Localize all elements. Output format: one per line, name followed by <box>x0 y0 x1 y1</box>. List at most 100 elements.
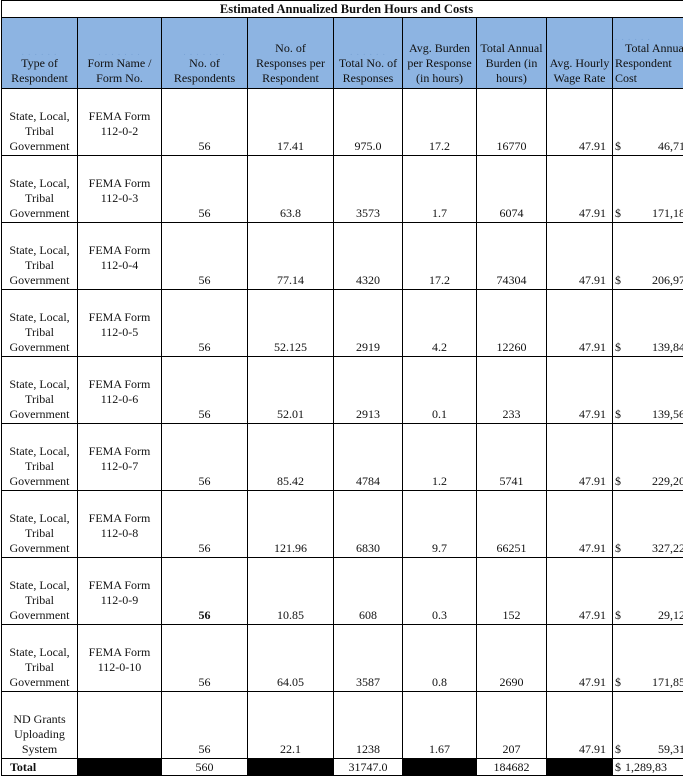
total-responses-cell: 3573 <box>334 156 403 223</box>
total-responses-cell: 975.0 <box>334 89 403 156</box>
total-cost-cell: $29,12 <box>613 558 683 625</box>
respondents-cell: 56 <box>162 156 248 223</box>
form-cell: FEMA Form 112-0-2 <box>78 89 162 156</box>
type-cell: State, Local, Tribal Government <box>2 625 78 692</box>
total-burden-cell: 66251 <box>477 491 547 558</box>
total-cost-cell: $171,85 <box>613 625 683 692</box>
currency-symbol: $ <box>615 407 633 422</box>
total-responses-cell: 3587 <box>334 625 403 692</box>
respondents-cell: 56 <box>162 625 248 692</box>
table-row: State, Local, Tribal GovernmentFEMA Form… <box>2 89 683 156</box>
header-form: . . . . . . .Form Name / Form No. <box>78 18 162 89</box>
cost-value: 1,289,83 <box>625 760 667 774</box>
form-cell: FEMA Form 112-0-5 <box>78 290 162 357</box>
total-cost-cell: $139,84 <box>613 290 683 357</box>
avg-burden-cell: 1.67 <box>403 692 477 759</box>
cost-value: 46,71 <box>633 139 683 154</box>
total-responses-cell: 2919 <box>334 290 403 357</box>
table-row: State, Local, Tribal GovernmentFEMA Form… <box>2 290 683 357</box>
total-cost-cell: $206,97 <box>613 223 683 290</box>
responses-per-cell: 52.01 <box>248 357 334 424</box>
wage-cell: 47.91 <box>547 156 613 223</box>
cost-value: 171,18 <box>633 206 683 221</box>
redacted-cell <box>403 759 477 776</box>
currency-symbol: $ <box>615 206 633 221</box>
header-wage: Avg. Hourly Wage Rate <box>547 18 613 89</box>
redacted-cell <box>547 759 613 776</box>
type-cell: State, Local, Tribal Government <box>2 156 78 223</box>
total-burden-cell: 16770 <box>477 89 547 156</box>
total-burden-sum: 184682 <box>477 759 547 776</box>
total-burden-cell: 152 <box>477 558 547 625</box>
total-responses-cell: 4320 <box>334 223 403 290</box>
avg-burden-cell: 0.1 <box>403 357 477 424</box>
form-cell <box>78 692 162 759</box>
table-row: State, Local, Tribal GovernmentFEMA Form… <box>2 491 683 558</box>
form-cell: FEMA Form 112-0-8 <box>78 491 162 558</box>
currency-symbol: $ <box>615 273 633 288</box>
cost-value: 139,84 <box>633 340 683 355</box>
table-row: State, Local, Tribal GovernmentFEMA Form… <box>2 223 683 290</box>
currency-symbol: $ <box>615 608 633 623</box>
avg-burden-cell: 1.2 <box>403 424 477 491</box>
wage-cell: 47.91 <box>547 89 613 156</box>
wage-cell: 47.91 <box>547 692 613 759</box>
currency-symbol: $ <box>615 675 633 690</box>
type-cell: State, Local, Tribal Government <box>2 290 78 357</box>
total-burden-cell: 5741 <box>477 424 547 491</box>
type-cell: State, Local, Tribal Government <box>2 223 78 290</box>
avg-burden-cell: 17.2 <box>403 223 477 290</box>
wage-cell: 47.91 <box>547 357 613 424</box>
table-title: Estimated Annualized Burden Hours and Co… <box>2 1 683 18</box>
total-responses-cell: 2913 <box>334 357 403 424</box>
responses-per-cell: 85.42 <box>248 424 334 491</box>
avg-burden-cell: 0.3 <box>403 558 477 625</box>
total-responses-sum: 31747.0 <box>334 759 403 776</box>
form-cell: FEMA Form 112-0-6 <box>78 357 162 424</box>
responses-per-cell: 10.85 <box>248 558 334 625</box>
currency-symbol: $ <box>615 139 633 154</box>
currency-symbol: $ <box>615 340 633 355</box>
responses-per-cell: 52.125 <box>248 290 334 357</box>
total-cost-cell: $59,31 <box>613 692 683 759</box>
form-cell: FEMA Form 112-0-4 <box>78 223 162 290</box>
table-row: State, Local, Tribal GovernmentFEMA Form… <box>2 424 683 491</box>
header-total-burden: Total Annual Burden (in hours) <box>477 18 547 89</box>
total-burden-cell: 12260 <box>477 290 547 357</box>
respondents-cell: 56 <box>162 692 248 759</box>
responses-per-cell: 121.96 <box>248 491 334 558</box>
table-row: ND Grants Uploading System5622.112381.67… <box>2 692 683 759</box>
header-responses-per: No. of Responses per Respondent <box>248 18 334 89</box>
total-cost-cell: $46,71 <box>613 89 683 156</box>
header-total-cost: . . . . . .Total Annual Respondent Cost <box>613 18 683 89</box>
cost-value: 171,85 <box>633 675 683 690</box>
wage-cell: 47.91 <box>547 223 613 290</box>
table-row: State, Local, Tribal GovernmentFEMA Form… <box>2 625 683 692</box>
total-responses-cell: 1238 <box>334 692 403 759</box>
header-total-responses: . . . . . .Total No. of Responses <box>334 18 403 89</box>
avg-burden-cell: 17.2 <box>403 89 477 156</box>
currency-symbol: $ <box>615 760 625 775</box>
type-cell: ND Grants Uploading System <box>2 692 78 759</box>
header-avg-burden: Avg. Burden per Response (in hours) <box>403 18 477 89</box>
responses-per-cell: 17.41 <box>248 89 334 156</box>
cost-value: 139,56 <box>633 407 683 422</box>
total-burden-cell: 233 <box>477 357 547 424</box>
respondents-cell: 56 <box>162 558 248 625</box>
currency-symbol: $ <box>615 541 633 556</box>
total-row: Total56031747.0184682$1,289,83 <box>2 759 683 776</box>
cost-value: 59,31 <box>633 742 683 757</box>
type-cell: State, Local, Tribal Government <box>2 89 78 156</box>
cost-value: 29,12 <box>633 608 683 623</box>
avg-burden-cell: 4.2 <box>403 290 477 357</box>
cost-value: 206,97 <box>633 273 683 288</box>
currency-symbol: $ <box>615 742 633 757</box>
total-burden-cell: 2690 <box>477 625 547 692</box>
form-cell: FEMA Form 112-0-3 <box>78 156 162 223</box>
currency-symbol: $ <box>615 474 633 489</box>
avg-burden-cell: 1.7 <box>403 156 477 223</box>
type-cell: State, Local, Tribal Government <box>2 491 78 558</box>
total-cost-cell: $327,22 <box>613 491 683 558</box>
wage-cell: 47.91 <box>547 290 613 357</box>
type-cell: State, Local, Tribal Government <box>2 424 78 491</box>
